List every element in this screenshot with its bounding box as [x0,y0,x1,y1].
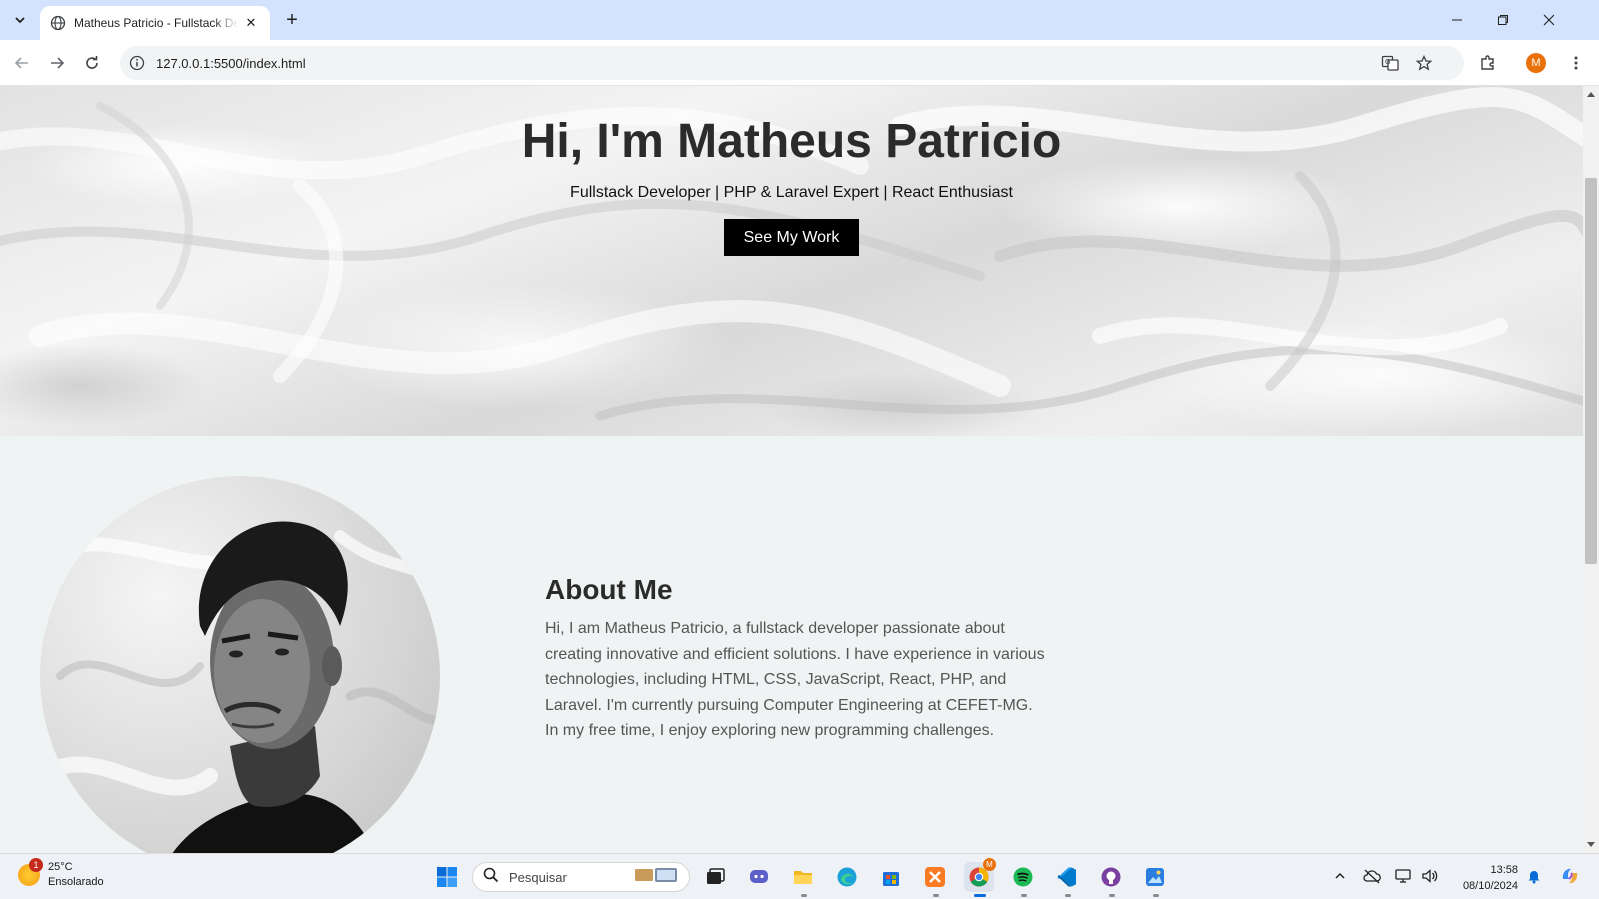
windows-taskbar: 1 25°C Ensolarado Pesquisar M 13:58 08/1… [0,853,1599,899]
volume-icon[interactable] [1418,864,1442,888]
svg-text:G: G [1385,58,1390,66]
spotify-icon[interactable] [1008,862,1038,892]
microsoft-store-icon[interactable] [876,862,906,892]
address-bar[interactable]: 127.0.0.1:5500/index.html G [120,46,1464,80]
forward-arrow-icon[interactable] [43,49,71,77]
weather-widget[interactable]: 1 25°C Ensolarado [18,858,104,890]
task-view-icon[interactable] [700,862,730,892]
window-close-icon[interactable] [1526,0,1572,40]
running-indicator [1021,894,1027,897]
browser-toolbar: 127.0.0.1:5500/index.html G M [0,40,1599,86]
running-indicator [1109,894,1115,897]
tab-search-chevron-icon[interactable] [8,8,32,32]
hero-subtitle: Fullstack Developer | PHP & Laravel Expe… [570,184,1013,201]
notification-bell-icon[interactable] [1522,864,1546,888]
taskbar-search-input[interactable]: Pesquisar [472,862,690,892]
profile-avatar[interactable]: M [1522,49,1550,77]
edge-browser-icon[interactable] [832,862,862,892]
copilot-icon[interactable] [1558,864,1582,888]
chat-icon[interactable] [744,862,774,892]
xampp-icon[interactable] [920,862,950,892]
chrome-profile-badge: M [983,858,996,871]
about-text: Hi, I am Matheus Patricio, a fullstack d… [545,620,1045,739]
file-explorer-icon[interactable] [788,862,818,892]
page-scrollbar[interactable] [1583,86,1599,853]
new-tab-plus-icon[interactable]: + [280,8,304,32]
vscode-icon[interactable] [1052,862,1082,892]
hero-section: Hi, I'm Matheus Patricio Fullstack Devel… [0,86,1583,436]
running-indicator [801,894,807,897]
more-menu-icon[interactable] [1562,49,1590,77]
page-viewport: Hi, I'm Matheus Patricio Fullstack Devel… [0,86,1583,853]
weather-badge: 1 [29,858,43,872]
see-my-work-button[interactable]: See My Work [724,219,859,256]
site-info-icon[interactable] [122,55,152,71]
globe-icon [50,15,66,31]
search-icon [483,867,499,888]
browser-tabstrip: Matheus Patricio - Fullstack Developer ✕… [0,0,1599,40]
profile-initial: M [1526,53,1546,73]
chrome-icon[interactable]: M [964,858,996,892]
clock-date: 08/10/2024 [1462,880,1518,892]
system-clock[interactable]: 13:58 08/10/2024 [1448,862,1518,894]
search-placeholder: Pesquisar [509,869,567,885]
tab-close-icon[interactable]: ✕ [242,14,260,32]
scrollbar-thumb[interactable] [1585,178,1597,564]
search-highlight-book-icon [633,866,679,889]
extensions-puzzle-icon[interactable] [1474,49,1502,77]
photos-app-icon[interactable] [1140,862,1170,892]
network-icon[interactable] [1392,864,1416,888]
clock-time: 13:58 [1490,864,1518,876]
running-indicator [1153,894,1159,897]
tray-chevron-up-icon[interactable] [1328,864,1352,888]
tab-title: Matheus Patricio - Fullstack Developer [74,16,238,30]
minimize-icon[interactable] [1434,0,1480,40]
running-indicator [933,894,939,897]
active-indicator [974,894,986,897]
weather-temp: 25°C [48,861,73,873]
translate-icon[interactable]: G [1376,46,1404,80]
windows-start-icon[interactable] [432,862,462,892]
sun-weather-icon: 1 [18,858,43,886]
running-indicator [1065,894,1071,897]
url-text[interactable]: 127.0.0.1:5500/index.html [156,56,1464,71]
reload-icon[interactable] [78,49,106,77]
scroll-up-arrow-icon[interactable] [1587,92,1595,97]
restore-icon[interactable] [1480,0,1526,40]
onedrive-offline-icon[interactable] [1360,864,1384,888]
about-title: About Me [545,574,673,605]
hero-title: Hi, I'm Matheus Patricio [521,115,1062,168]
scroll-down-arrow-icon[interactable] [1587,842,1595,847]
back-arrow-icon[interactable] [8,49,36,77]
github-desktop-icon[interactable] [1096,862,1126,892]
bookmark-star-icon[interactable] [1410,46,1438,80]
weather-desc: Ensolarado [48,876,104,888]
profile-photo [40,476,440,853]
browser-tab-active[interactable]: Matheus Patricio - Fullstack Developer ✕ [40,6,270,40]
